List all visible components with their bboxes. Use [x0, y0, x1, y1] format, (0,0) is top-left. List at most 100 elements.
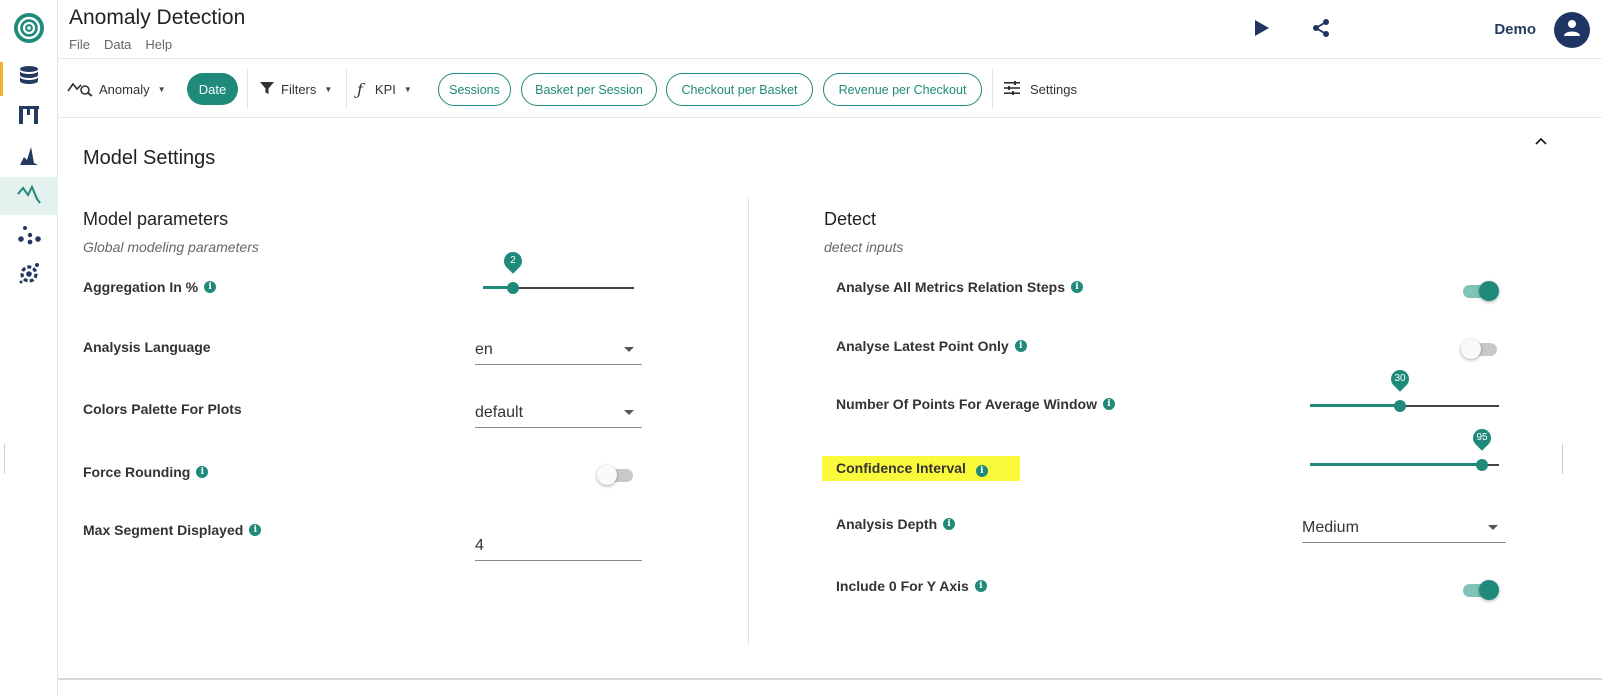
chevron-down-icon: ▼ — [324, 84, 333, 94]
chip-revenue-per-checkout[interactable]: Revenue per Checkout — [823, 73, 982, 106]
chip-basket-per-session[interactable]: Basket per Session — [521, 73, 657, 106]
info-icon[interactable]: i — [1071, 281, 1083, 293]
force-rounding-toggle[interactable] — [597, 464, 635, 486]
function-icon: ƒ — [357, 79, 363, 99]
kpi-dropdown[interactable]: ƒ KPI ▼ — [357, 59, 412, 119]
aggregation-slider[interactable]: 2 — [483, 248, 634, 298]
menu-help[interactable]: Help — [145, 37, 172, 52]
confidence-interval-highlight: Confidence Interval i — [822, 456, 1020, 481]
panel-bottom-border — [58, 678, 1602, 680]
avg-window-label-text: Number Of Points For Average Window — [836, 396, 1097, 412]
section-subtitle-detect: detect inputs — [824, 239, 904, 255]
column-divider — [748, 197, 749, 645]
max-segment-input[interactable]: 4 — [475, 531, 642, 561]
dropdown-arrow-icon — [624, 410, 634, 415]
toolbar-divider — [247, 69, 248, 109]
filters-dropdown[interactable]: Filters ▼ — [260, 59, 332, 119]
toggle-knob — [597, 465, 617, 485]
info-icon[interactable]: i — [249, 524, 262, 536]
include-zero-label: Include 0 For Y Axis i — [836, 578, 987, 594]
max-segment-label: Max Segment Displayed i — [83, 522, 262, 538]
anomaly-icon — [17, 183, 41, 210]
info-icon[interactable]: i — [943, 518, 956, 530]
app-logo[interactable] — [12, 11, 46, 45]
relation-steps-label-text: Analyse All Metrics Relation Steps — [836, 279, 1065, 295]
kpi-label: KPI — [374, 81, 396, 97]
settings-icon — [17, 261, 41, 290]
info-icon[interactable]: i — [204, 281, 217, 293]
analysis-depth-select[interactable]: Medium — [1302, 513, 1506, 543]
slider-thumb[interactable] — [1393, 400, 1406, 412]
filter-icon — [260, 81, 274, 98]
analysis-language-label: Analysis Language — [83, 339, 211, 355]
latest-point-label-text: Analyse Latest Point Only — [836, 338, 1009, 354]
distribution-icon — [18, 145, 40, 172]
scroll-edge-mark — [1562, 444, 1563, 474]
anomaly-label: Anomaly — [99, 81, 150, 97]
collapse-button[interactable] — [1530, 130, 1552, 152]
left-rail — [0, 0, 58, 696]
force-rounding-label-text: Force Rounding — [83, 464, 191, 480]
menu-bar: File Data Help — [69, 37, 172, 52]
info-icon[interactable]: i — [1014, 340, 1027, 352]
chip-sessions[interactable]: Sessions — [438, 73, 511, 106]
toggle-knob — [1461, 339, 1481, 359]
user-icon — [1562, 18, 1582, 43]
analysis-language-select[interactable]: en — [475, 335, 642, 365]
toolbar: Anomaly ▼ Date Filters ▼ ƒ KPI ▼ Session… — [58, 58, 1602, 118]
share-button[interactable] — [1307, 16, 1335, 44]
rail-item-anomaly[interactable] — [0, 177, 58, 215]
share-icon — [1311, 18, 1331, 43]
relation-steps-toggle[interactable] — [1461, 280, 1499, 302]
menu-file[interactable]: File — [69, 37, 90, 52]
confidence-interval-label-text: Confidence Interval — [836, 460, 966, 476]
slider-fill — [1310, 463, 1482, 466]
slider-value-bubble: 2 — [500, 248, 526, 274]
aggregation-label: Aggregation In % i — [83, 279, 217, 295]
info-icon[interactable]: i — [974, 580, 987, 592]
chevron-down-icon: ▼ — [403, 84, 412, 94]
colors-palette-value: default — [475, 403, 524, 421]
include-zero-label-text: Include 0 For Y Axis — [836, 578, 969, 594]
colors-palette-select[interactable]: default — [475, 398, 642, 428]
info-icon[interactable]: i — [975, 465, 988, 477]
section-title-detect: Detect — [824, 209, 877, 229]
play-icon — [1254, 19, 1270, 42]
slider-value: 2 — [510, 255, 516, 266]
colors-palette-label-text: Colors Palette For Plots — [83, 401, 242, 417]
include-zero-toggle[interactable] — [1461, 579, 1499, 601]
rail-item-data[interactable] — [0, 59, 58, 97]
rail-edge-mark — [4, 444, 5, 474]
relation-steps-label: Analyse All Metrics Relation Steps i — [836, 279, 1083, 295]
rail-item-distribution[interactable] — [0, 139, 58, 177]
rail-item-layout[interactable] — [0, 98, 58, 136]
toolbar-divider — [992, 69, 993, 109]
slider-fill — [1310, 404, 1400, 407]
settings-label: Settings — [1030, 81, 1077, 97]
anomaly-dropdown[interactable]: Anomaly ▼ — [67, 59, 166, 119]
info-icon[interactable]: i — [1102, 398, 1115, 410]
confidence-interval-slider[interactable]: 95 — [1310, 425, 1499, 475]
chevron-up-icon — [1535, 132, 1547, 150]
menu-data[interactable]: Data — [104, 37, 131, 52]
section-title-model-parameters: Model parameters — [83, 209, 229, 229]
chip-checkout-per-basket[interactable]: Checkout per Basket — [666, 73, 813, 106]
slider-thumb[interactable] — [1475, 459, 1488, 471]
slider-value: 95 — [1476, 432, 1488, 443]
toggle-knob — [1479, 281, 1499, 301]
run-button[interactable] — [1248, 16, 1276, 44]
avatar[interactable] — [1554, 12, 1590, 48]
settings-button[interactable]: Settings — [1004, 59, 1077, 119]
slider-thumb[interactable] — [507, 282, 520, 294]
avg-window-slider[interactable]: 30 — [1310, 366, 1499, 416]
latest-point-toggle[interactable] — [1461, 338, 1499, 360]
info-icon[interactable]: i — [196, 466, 209, 478]
date-button[interactable]: Date — [187, 73, 238, 105]
avg-window-label: Number Of Points For Average Window i — [836, 396, 1115, 412]
rail-item-scatter[interactable] — [0, 218, 58, 256]
max-segment-label-text: Max Segment Displayed — [83, 522, 244, 538]
layout-icon — [18, 104, 40, 131]
user-name[interactable]: Demo — [1494, 21, 1536, 38]
aggregation-label-text: Aggregation In % — [83, 279, 199, 295]
rail-item-settings[interactable] — [0, 256, 58, 294]
